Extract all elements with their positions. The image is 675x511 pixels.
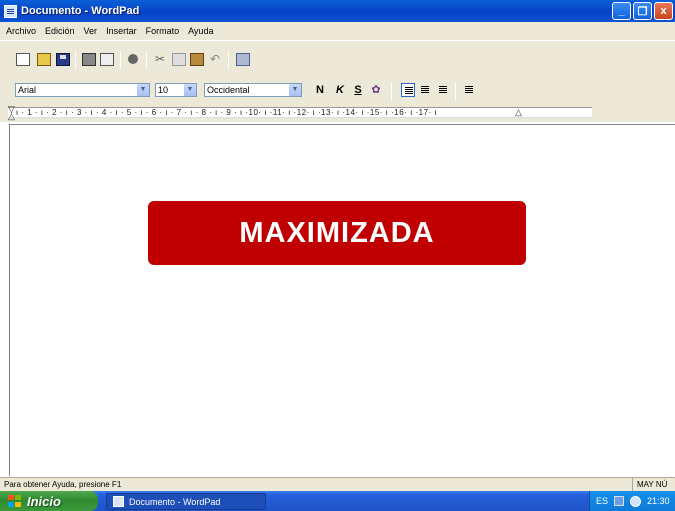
undo-icon[interactable]: ↶ xyxy=(208,53,222,66)
italic-button[interactable]: K xyxy=(333,83,347,97)
menu-edicion[interactable]: Edición xyxy=(45,26,75,36)
standard-toolbar: ✂ ↶ xyxy=(0,40,675,74)
window-title: Documento - WordPad xyxy=(21,5,140,17)
script-select[interactable]: Occidental ▼ xyxy=(204,83,302,97)
menu-ver[interactable]: Ver xyxy=(84,26,98,36)
chevron-down-icon[interactable]: ▼ xyxy=(136,84,149,96)
align-center-icon xyxy=(421,86,429,87)
toolbar-separator xyxy=(75,51,76,69)
toolbar-separator xyxy=(146,51,147,69)
status-bar: Para obtener Ayuda, presione F1 MAY NÚ xyxy=(0,477,675,491)
save-icon[interactable] xyxy=(56,53,70,66)
print-icon[interactable] xyxy=(82,53,96,66)
bullet-list-icon xyxy=(465,86,473,87)
status-indicators: MAY NÚ xyxy=(632,478,672,491)
chevron-down-icon[interactable]: ▼ xyxy=(288,84,301,96)
clock[interactable]: 21:30 xyxy=(647,496,670,506)
toolbar-separator xyxy=(228,51,229,69)
align-right-icon xyxy=(439,86,447,87)
align-right-button[interactable] xyxy=(436,83,450,97)
script-value: Occidental xyxy=(207,85,250,95)
paste-icon[interactable] xyxy=(190,53,204,66)
open-icon[interactable] xyxy=(37,53,51,66)
wordpad-app-icon[interactable] xyxy=(4,4,17,18)
bullets-button[interactable] xyxy=(462,83,476,97)
color-palette-icon[interactable]: ✿ xyxy=(369,83,383,97)
network-icon[interactable] xyxy=(614,496,625,506)
format-toolbar: Arial ▼ 10 ▼ Occidental ▼ N K S ✿ xyxy=(0,74,675,104)
taskbar-item-wordpad[interactable]: Documento - WordPad xyxy=(106,493,266,510)
ruler-scale: · ı · 1 · ı · 2 · ı · 3 · ı · 4 · ı · 5 … xyxy=(8,107,592,118)
close-button[interactable]: x xyxy=(654,2,673,20)
toolbar-separator xyxy=(455,82,456,100)
start-button[interactable]: Inicio xyxy=(0,491,98,511)
font-size-select[interactable]: 10 ▼ xyxy=(155,83,197,97)
font-value: Arial xyxy=(18,85,37,95)
print-preview-icon[interactable] xyxy=(100,53,114,66)
menu-formato[interactable]: Formato xyxy=(146,26,180,36)
volume-icon[interactable] xyxy=(630,495,642,507)
right-margin-marker-icon[interactable]: △ xyxy=(515,107,522,118)
align-left-icon xyxy=(405,87,413,88)
menu-ayuda[interactable]: Ayuda xyxy=(188,26,213,36)
toolbar-separator xyxy=(120,51,121,69)
chevron-down-icon[interactable]: ▼ xyxy=(183,84,196,96)
copy-icon[interactable] xyxy=(172,53,186,66)
indent-marker-icon[interactable]: ▽ △ xyxy=(8,105,15,121)
maximized-banner: MAXIMIZADA xyxy=(148,201,526,265)
taskbar-item-label: Documento - WordPad xyxy=(129,496,221,507)
windows-logo-icon xyxy=(8,494,22,508)
language-indicator[interactable]: ES xyxy=(596,496,608,506)
toolbar-separator xyxy=(391,82,392,100)
document-area[interactable] xyxy=(9,124,675,476)
underline-button[interactable]: S xyxy=(351,83,365,97)
status-help-text: Para obtener Ayuda, presione F1 xyxy=(4,480,122,489)
menu-archivo[interactable]: Archivo xyxy=(6,26,36,36)
restore-button[interactable]: ❐ xyxy=(633,2,652,20)
insert-date-icon[interactable] xyxy=(236,53,250,66)
wordpad-app-icon xyxy=(113,496,124,507)
bold-button[interactable]: N xyxy=(313,83,327,97)
font-select[interactable]: Arial ▼ xyxy=(15,83,150,97)
window-controls: _ ❐ x xyxy=(612,2,673,20)
start-label: Inicio xyxy=(27,493,61,509)
minimize-button[interactable]: _ xyxy=(612,2,631,20)
new-document-icon[interactable] xyxy=(16,53,30,66)
menu-insertar[interactable]: Insertar xyxy=(106,26,137,36)
align-center-button[interactable] xyxy=(418,83,432,97)
ruler[interactable]: · ı · 1 · ı · 2 · ı · 3 · ı · 4 · ı · 5 … xyxy=(0,104,675,122)
font-size-value: 10 xyxy=(158,85,169,95)
system-tray: ES 21:30 xyxy=(589,491,675,511)
title-bar[interactable]: Documento - WordPad _ ❐ x xyxy=(0,0,675,22)
find-icon[interactable] xyxy=(128,54,138,64)
cut-icon[interactable]: ✂ xyxy=(153,53,167,66)
align-left-button[interactable] xyxy=(401,83,415,97)
taskbar: Inicio Documento - WordPad ES 21:30 xyxy=(0,491,675,511)
menu-bar: Archivo Edición Ver Insertar Formato Ayu… xyxy=(0,22,675,40)
